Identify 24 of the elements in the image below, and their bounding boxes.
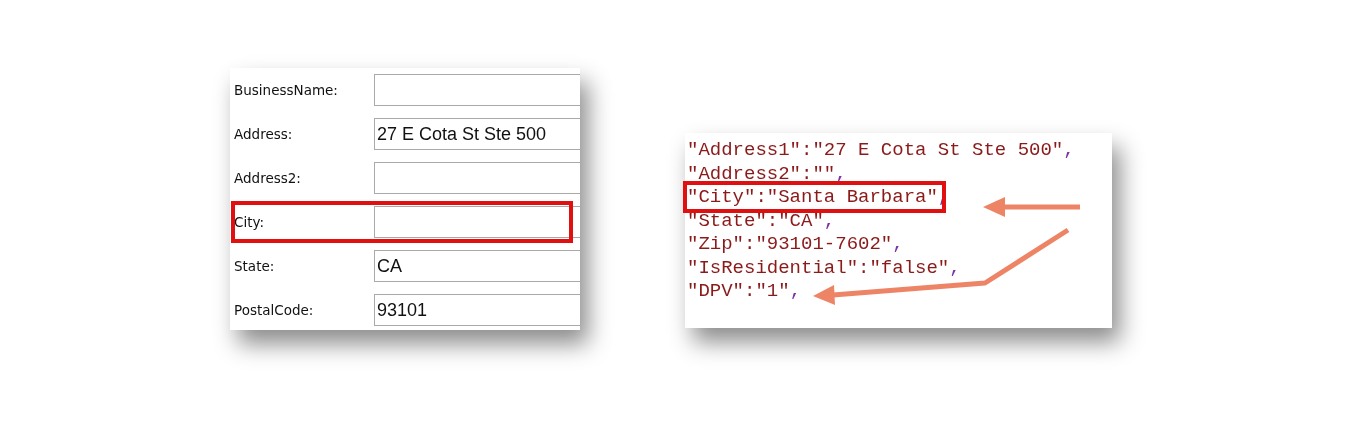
input-field[interactable]: 27 E Cota St Ste 500 (374, 118, 580, 150)
code-punctuation: , (1063, 139, 1075, 161)
input-field[interactable] (374, 74, 580, 106)
code-text: "DPV":"1" (687, 280, 790, 302)
code-text: "State":"CA" (687, 209, 824, 232)
code-text: "IsResidential":"false" (687, 256, 950, 279)
input-field[interactable]: CA (374, 250, 580, 282)
input-field[interactable]: 93101 (374, 294, 580, 326)
code-punctuation: , (823, 209, 836, 232)
code-text: "Zip":"93101-7602" (687, 233, 893, 255)
field-label: Address2: (233, 170, 302, 186)
input-field[interactable] (374, 206, 580, 238)
code-text: "City":"Santa Barbara" (687, 186, 938, 208)
field-label: State: (233, 258, 276, 274)
field-label: Address: (233, 126, 294, 142)
code-text: "Address1":"27 E Cota St Ste 500" (687, 139, 1064, 161)
field-label: BusinessName: (233, 82, 339, 98)
input-field[interactable] (374, 162, 580, 194)
field-label: PostalCode: (233, 302, 315, 318)
code-punctuation: , (789, 280, 802, 302)
field-label: City: (233, 214, 266, 230)
code-punctuation: , (949, 256, 961, 279)
code-punctuation: , (892, 233, 904, 255)
code-text: "Address2":"" (687, 162, 836, 185)
